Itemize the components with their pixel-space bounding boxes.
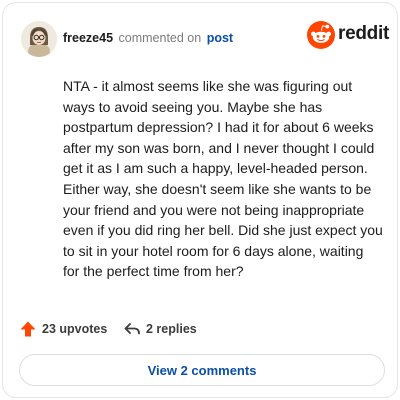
view-comments-button[interactable]: View 2 comments xyxy=(19,354,385,386)
avatar-icon xyxy=(21,21,57,57)
upvote-arrow-icon xyxy=(20,321,36,337)
reddit-brand[interactable]: reddit xyxy=(307,21,389,49)
upvotes-count: 23 upvotes xyxy=(42,322,108,336)
replies-stat[interactable]: 2 replies xyxy=(123,319,197,339)
comment-header: freeze45 commented on post reddit xyxy=(17,17,389,57)
action-text: commented on xyxy=(118,31,202,45)
reply-arrow-icon xyxy=(124,323,140,335)
avatar[interactable] xyxy=(21,21,57,57)
comment-card: freeze45 commented on post reddit NTA - … xyxy=(2,2,398,398)
post-link[interactable]: post xyxy=(207,31,233,45)
reddit-logo-icon xyxy=(307,21,335,49)
brand-name: reddit xyxy=(338,23,389,44)
upvote-stat[interactable]: 23 upvotes xyxy=(19,319,107,339)
replies-count: 2 replies xyxy=(146,322,197,336)
username-link[interactable]: freeze45 xyxy=(63,31,113,45)
comment-meta: freeze45 commented on post xyxy=(63,31,233,45)
view-comments-label: View 2 comments xyxy=(147,362,257,378)
comment-body: NTA - it almost seems like she was figur… xyxy=(63,78,383,280)
comment-stats: 23 upvotes 2 replies xyxy=(19,319,381,339)
